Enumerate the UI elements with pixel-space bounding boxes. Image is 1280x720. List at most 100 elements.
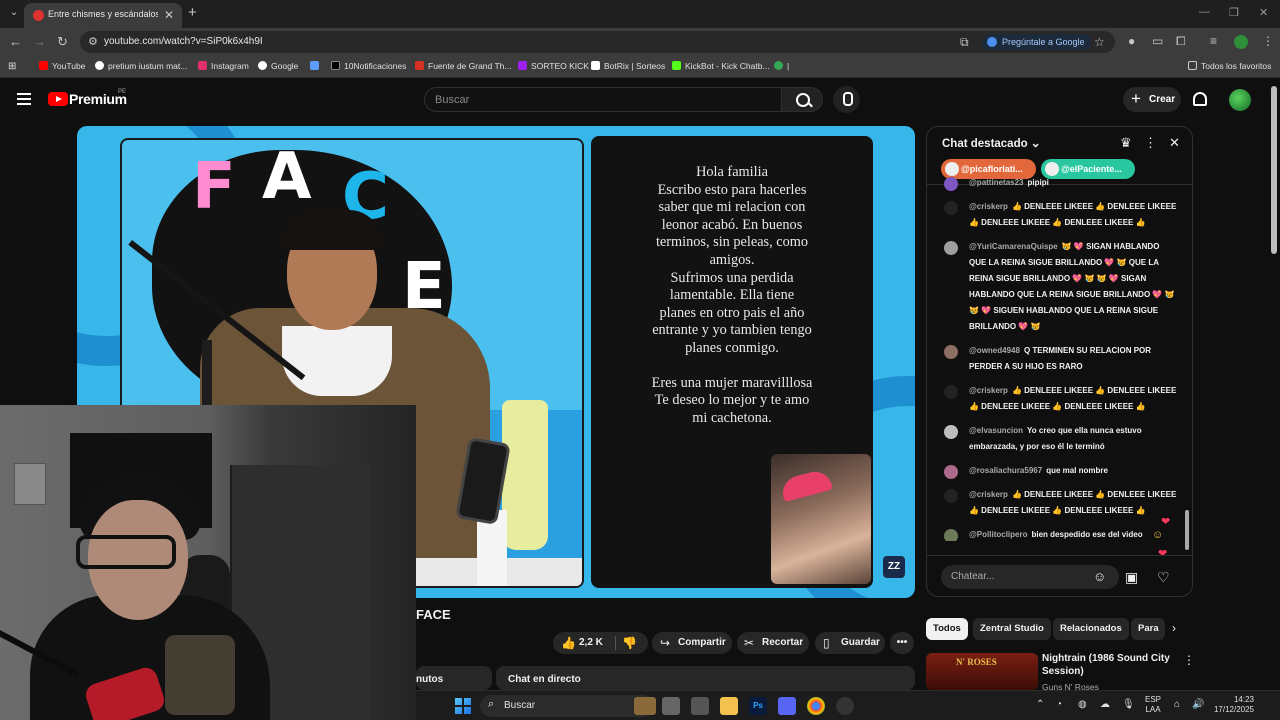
chip-zentral-studio[interactable]: Zentral Studio [973, 618, 1051, 640]
microphone-icon[interactable]: 🎙 [1122, 699, 1135, 710]
chat-author[interactable]: @owned4948 [969, 346, 1020, 355]
voice-search-icon[interactable] [833, 86, 860, 113]
tray-icon[interactable]: ☁ [1100, 699, 1110, 710]
channel-watermark-icon[interactable]: ZZ [883, 556, 905, 578]
create-button[interactable]: Crear [1123, 86, 1181, 112]
apps-grid-icon[interactable]: ⊞ [8, 61, 16, 72]
bookmark-kickbot[interactable]: KickBot - Kick Chatb... [672, 61, 770, 71]
minimize-icon[interactable]: — [1199, 6, 1210, 18]
tab-live-chat[interactable]: Chat en directo [496, 666, 915, 690]
chat-avatar[interactable] [944, 385, 958, 399]
extension-icon[interactable]: ● [1128, 34, 1135, 48]
super-chat-icon[interactable]: ▣ [1125, 569, 1138, 586]
browser-tab[interactable]: Entre chismes y escándalos: na ✕ [24, 3, 182, 28]
forward-icon[interactable]: → [33, 34, 46, 49]
share-button[interactable]: ↪ Compartir [652, 632, 732, 654]
file-explorer-icon[interactable] [720, 697, 738, 715]
maximize-icon[interactable]: ❐ [1229, 6, 1239, 19]
related-title[interactable]: Nightrain (1986 Sound City Session) [1042, 652, 1172, 678]
close-window-icon[interactable]: ✕ [1259, 6, 1268, 19]
chat-scroll-thumb[interactable] [1185, 510, 1189, 550]
notifications-icon[interactable] [1193, 92, 1207, 106]
like-icon[interactable]: 👍 [561, 632, 576, 654]
close-chat-icon[interactable]: ✕ [1169, 135, 1180, 151]
chat-avatar[interactable] [944, 345, 958, 359]
bookmark-botrix[interactable]: BotRix | Sorteos [591, 61, 665, 71]
taskbar-search[interactable]: ⌕ Buscar [480, 695, 654, 717]
bookmark-extra[interactable]: | [774, 61, 789, 71]
chat-author[interactable]: @rosaliachura5967 [969, 466, 1042, 475]
chat-message[interactable]: @owned4948 Q TERMINEN SU RELACION POR PER… [927, 339, 1185, 379]
chip-todos[interactable]: Todos [926, 618, 968, 640]
input-language[interactable]: ESP LAA [1145, 695, 1161, 715]
back-icon[interactable]: ← [9, 34, 22, 49]
bookmark-unnamed[interactable] [310, 61, 323, 71]
search-input[interactable]: Buscar [424, 87, 782, 112]
chat-message[interactable]: @elvasuncion Yo creo que ella nunca estuv… [927, 419, 1185, 459]
task-view-icon[interactable] [662, 697, 680, 715]
bookmark-google[interactable]: Google [258, 61, 298, 71]
site-info-icon[interactable]: ⚙ [88, 35, 98, 48]
chat-message[interactable]: @criskerp 👍 DENLEEE LIKEEE 👍 DENLEEE LIKE… [927, 379, 1185, 419]
menu-icon[interactable] [17, 93, 31, 105]
network-icon[interactable]: ⌂ [1174, 699, 1180, 710]
ask-google-button[interactable]: Pregúntale a Google [982, 34, 1091, 50]
chrome-icon[interactable] [807, 697, 825, 715]
profile-avatar[interactable] [1234, 35, 1248, 49]
clip-button[interactable]: ✂ Recortar [737, 632, 809, 654]
chat-author[interactable]: @elvasuncion [969, 426, 1023, 435]
bookmark-instagram[interactable]: Instagram [198, 61, 249, 71]
chat-message[interactable]: @YuriCamarenaQuispe 😿 💖 SIGAN HABLANDO QU… [927, 235, 1185, 339]
cast-icon[interactable]: ⧉ [960, 35, 969, 50]
chat-author[interactable]: @criskerp [969, 490, 1008, 499]
chat-avatar[interactable] [944, 529, 958, 541]
youtube-logo-icon[interactable] [48, 92, 68, 106]
reload-icon[interactable]: ↻ [57, 34, 68, 50]
all-bookmarks[interactable]: Todos los favoritos [1188, 61, 1271, 71]
chat-author[interactable]: @Pollitoclipero [969, 530, 1027, 539]
chat-avatar[interactable] [944, 177, 958, 191]
address-bar[interactable]: ⚙ youtube.com/watch?v=SiP0k6x4h9I ⧉ Preg… [80, 31, 1115, 53]
tab-description[interactable]: nutos [416, 666, 492, 690]
bookmark-10notificaciones[interactable]: 10Notificaciones [331, 61, 406, 71]
account-avatar[interactable] [1229, 89, 1251, 111]
wallet-icon[interactable]: ▭ [1152, 34, 1163, 48]
related-options-icon[interactable]: ⋮ [1183, 653, 1195, 667]
chat-author[interactable]: @YuriCamarenaQuispe [969, 242, 1058, 251]
chat-message[interactable]: @pattinetas23 pipipi [927, 171, 1185, 195]
chip-relacionados[interactable]: Relacionados [1053, 618, 1129, 640]
tab-close-icon[interactable]: ✕ [164, 8, 174, 22]
bookmark-grand-theft[interactable]: Fuente de Grand Th... [415, 61, 511, 71]
reading-list-icon[interactable]: ≡ [1210, 34, 1217, 48]
page-scrollbar[interactable] [1271, 86, 1277, 254]
bookmark-pretium[interactable]: pretium iustum mat... [95, 61, 187, 71]
more-actions-icon[interactable]: ••• [890, 632, 914, 654]
chat-author[interactable]: @criskerp [969, 202, 1008, 211]
tray-icon[interactable]: ◍ [1078, 699, 1087, 710]
tray-chevron-icon[interactable]: ⌃ [1036, 699, 1044, 710]
system-clock[interactable]: 14:23 17/12/2025 [1210, 695, 1254, 715]
app-icon[interactable] [691, 697, 709, 715]
bookmark-star-icon[interactable]: ☆ [1094, 35, 1105, 49]
discord-icon[interactable] [778, 697, 796, 715]
crown-icon[interactable]: ♛ [1120, 135, 1132, 151]
bookmark-youtube[interactable]: YouTube [39, 61, 85, 71]
chat-scrollbar[interactable] [1184, 185, 1190, 555]
chat-avatar[interactable] [944, 425, 958, 439]
chat-avatar[interactable] [944, 201, 958, 215]
tab-search-icon[interactable]: ⌄ [6, 5, 22, 21]
bookmark-sorteo-kick[interactable]: SORTEO KICK [518, 61, 589, 71]
chat-message[interactable]: @criskerp 👍 DENLEEE LIKEEE 👍 DENLEEE LIKE… [927, 483, 1185, 523]
chat-mode-dropdown[interactable]: Chat destacado [942, 136, 1041, 150]
like-count[interactable]: 2,2 K [579, 632, 603, 654]
chat-message[interactable]: @rosaliachura5967 que mal nombre [927, 459, 1185, 483]
chat-avatar[interactable] [944, 241, 958, 255]
chip-para[interactable]: Para [1131, 618, 1165, 640]
chat-options-icon[interactable]: ⋮ [1144, 135, 1157, 151]
puzzle-icon[interactable]: ⧠ [1176, 34, 1186, 49]
chrome-menu-icon[interactable]: ⋮ [1262, 34, 1274, 48]
volume-icon[interactable]: 🔊 [1192, 699, 1204, 710]
related-thumbnail[interactable]: N' ROSES [926, 653, 1038, 690]
tray-icon[interactable]: ◔ [1056, 699, 1062, 710]
chat-avatar[interactable] [944, 465, 958, 479]
